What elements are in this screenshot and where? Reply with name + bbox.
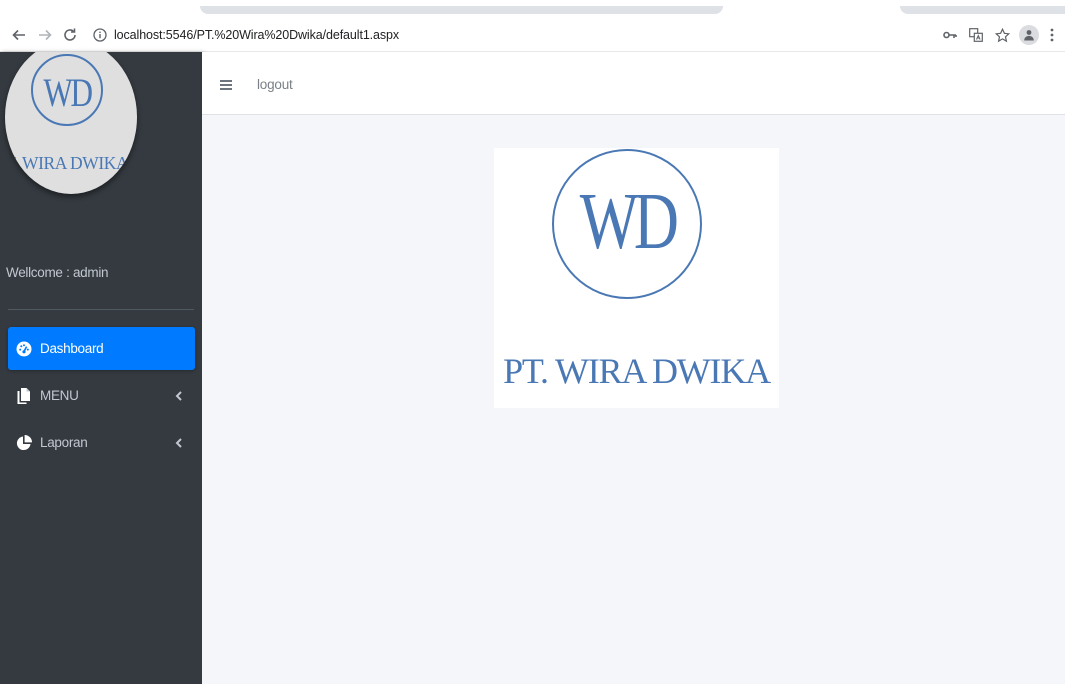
company-logo: WD PT. WIRA DWIKA: [494, 148, 779, 408]
chevron-left-icon: [173, 390, 185, 402]
forward-button[interactable]: [35, 25, 55, 45]
logo-mark: WD: [579, 178, 679, 266]
profile-avatar[interactable]: [1019, 25, 1039, 45]
kebab-menu-icon[interactable]: [1045, 25, 1059, 45]
pie-chart-icon: [15, 434, 33, 452]
url-path: /PT.%20Wira%20Dwika/default1.aspx: [193, 28, 400, 42]
info-icon[interactable]: [92, 27, 108, 43]
reload-button[interactable]: [60, 25, 80, 45]
tab-strip: [0, 0, 1065, 18]
sidebar-item-menu[interactable]: MENU: [8, 374, 195, 417]
main-sidebar: WD PT. WIRA DWIKA Wellcome : admin Dashb…: [0, 52, 202, 684]
translate-icon[interactable]: [965, 25, 987, 45]
reload-icon: [64, 28, 76, 41]
back-button[interactable]: [9, 25, 29, 45]
content-wrapper: WD PT. WIRA DWIKA: [202, 115, 1065, 684]
brand-name: PT. WIRA DWIKA: [5, 153, 129, 173]
sidebar-item-label: Dashboard: [40, 341, 104, 356]
welcome-text: Wellcome : admin: [6, 265, 109, 280]
top-navbar: logout: [202, 52, 1065, 115]
browser-toolbar: localhost:5546/PT.%20Wira%20Dwika/defaul…: [0, 18, 1065, 52]
tachometer-icon: [15, 340, 33, 358]
arrow-left-icon: [12, 29, 25, 41]
tab-edge: [200, 6, 723, 14]
divider: [8, 309, 194, 310]
logout-link[interactable]: logout: [257, 77, 293, 92]
address-bar[interactable]: localhost:5546/PT.%20Wira%20Dwika/defaul…: [92, 23, 922, 47]
logo-company-name: PT. WIRA DWIKA: [503, 351, 771, 391]
chevron-left-icon: [173, 437, 185, 449]
sidebar-item-laporan[interactable]: Laporan: [8, 421, 195, 464]
person-icon: [1024, 30, 1034, 41]
copy-icon: [15, 387, 33, 405]
sidebar-item-label: Laporan: [40, 435, 88, 450]
key-icon[interactable]: [939, 25, 961, 45]
url-host: localhost:5546: [114, 28, 194, 42]
arrow-right-icon: [39, 29, 52, 41]
url-text: localhost:5546/PT.%20Wira%20Dwika/defaul…: [114, 28, 399, 42]
hamburger-icon[interactable]: [220, 80, 232, 90]
toolbar-actions: [935, 25, 1059, 45]
sidebar-item-label: MENU: [40, 388, 79, 403]
tab-edge: [900, 6, 1065, 14]
brand-mark: WD: [43, 70, 93, 115]
brand-logo[interactable]: WD PT. WIRA DWIKA: [5, 52, 137, 194]
sidebar-item-dashboard[interactable]: Dashboard: [8, 327, 195, 370]
star-icon[interactable]: [991, 25, 1013, 45]
